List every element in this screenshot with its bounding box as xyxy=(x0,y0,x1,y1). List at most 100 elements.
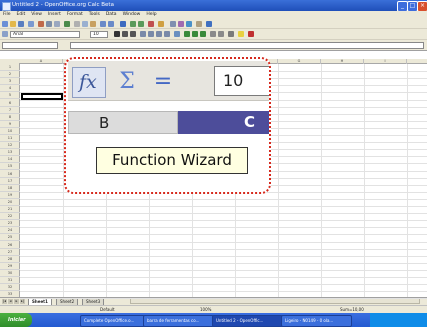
navigator-icon[interactable] xyxy=(178,21,184,27)
menu-insert[interactable]: Insert xyxy=(45,11,64,19)
row-number[interactable]: 16 xyxy=(0,171,20,178)
column-header-c[interactable]: C xyxy=(178,111,269,134)
open-icon[interactable] xyxy=(10,21,16,27)
menu-data[interactable]: Data xyxy=(103,11,120,19)
align-left-icon[interactable] xyxy=(140,31,146,37)
bold-icon[interactable] xyxy=(114,31,120,37)
taskbar-item[interactable]: Ligeiro - N0149 - 0 ola... xyxy=(281,315,352,327)
menu-file[interactable]: File xyxy=(0,11,14,19)
taskbar-item[interactable]: Complete OpenOffice.o... xyxy=(80,315,145,327)
decrease-indent-icon[interactable] xyxy=(218,31,224,37)
row-number[interactable]: 15 xyxy=(0,163,20,171)
row-number[interactable]: 27 xyxy=(0,249,20,256)
first-sheet-icon[interactable]: |◂ xyxy=(2,299,7,304)
row-number[interactable]: 4 xyxy=(0,85,20,93)
row-number[interactable]: 24 xyxy=(0,227,20,235)
redo-icon[interactable] xyxy=(108,21,114,27)
row-number[interactable]: 13 xyxy=(0,149,20,157)
function-wizard-button[interactable]: fx xyxy=(72,67,106,98)
row-number[interactable]: 23 xyxy=(0,220,20,228)
menu-window[interactable]: Window xyxy=(120,11,144,19)
spellcheck-icon[interactable] xyxy=(64,21,70,27)
row-number[interactable]: 25 xyxy=(0,234,20,242)
column-letter[interactable]: I xyxy=(364,59,407,64)
row-number[interactable]: 26 xyxy=(0,242,20,249)
row-number[interactable]: 30 xyxy=(0,270,20,277)
zoom-icon[interactable] xyxy=(196,21,202,27)
row-number[interactable]: 1 xyxy=(0,64,20,71)
column-letter[interactable]: A xyxy=(20,59,63,64)
find-replace-icon[interactable] xyxy=(170,21,176,27)
cut-icon[interactable] xyxy=(74,21,80,27)
sum-icon[interactable]: Σ xyxy=(114,69,140,95)
row-number[interactable]: 9 xyxy=(0,121,20,128)
name-box[interactable] xyxy=(2,42,58,49)
row-number[interactable]: 8 xyxy=(0,114,20,121)
borders-icon[interactable] xyxy=(228,31,234,37)
menu-view[interactable]: View xyxy=(28,11,45,19)
column-letter[interactable]: H xyxy=(321,59,364,64)
font-color-icon[interactable] xyxy=(248,31,254,37)
justify-icon[interactable] xyxy=(164,31,170,37)
menu-edit[interactable]: Edit xyxy=(14,11,29,19)
export-pdf-icon[interactable] xyxy=(38,21,44,27)
help-icon[interactable] xyxy=(206,21,212,27)
zoomed-input-line[interactable]: 10 xyxy=(214,66,269,96)
percent-format-icon[interactable] xyxy=(192,31,198,37)
draw-functions-icon[interactable] xyxy=(158,21,164,27)
row-number[interactable]: 31 xyxy=(0,277,20,284)
menu-help[interactable]: Help xyxy=(143,11,159,19)
save-icon[interactable] xyxy=(18,21,24,27)
increase-indent-icon[interactable] xyxy=(210,31,216,37)
sort-ascending-icon[interactable] xyxy=(130,21,136,27)
italic-icon[interactable] xyxy=(122,31,128,37)
row-number[interactable]: 10 xyxy=(0,128,20,135)
row-number[interactable]: 22 xyxy=(0,213,20,221)
align-center-icon[interactable] xyxy=(148,31,154,37)
column-letter[interactable]: G xyxy=(278,59,321,64)
sort-descending-icon[interactable] xyxy=(138,21,144,27)
next-sheet-icon[interactable]: ▸ xyxy=(14,299,19,304)
copy-icon[interactable] xyxy=(82,21,88,27)
row-number[interactable]: 11 xyxy=(0,135,20,142)
function-equals-icon[interactable]: = xyxy=(150,69,176,95)
font-name-field[interactable]: Arial xyxy=(10,31,80,38)
background-color-icon[interactable] xyxy=(238,31,244,37)
align-right-icon[interactable] xyxy=(156,31,162,37)
gallery-icon[interactable] xyxy=(186,21,192,27)
start-button[interactable]: Iniciar xyxy=(0,313,32,327)
hyperlink-icon[interactable] xyxy=(120,21,126,27)
page-preview-icon[interactable] xyxy=(54,21,60,27)
row-number[interactable]: 3 xyxy=(0,78,20,86)
paste-icon[interactable] xyxy=(90,21,96,27)
row-number[interactable]: 2 xyxy=(0,71,20,79)
row-number[interactable]: 6 xyxy=(0,100,20,107)
menu-tools[interactable]: Tools xyxy=(86,11,103,19)
insert-chart-icon[interactable] xyxy=(148,21,154,27)
row-number[interactable]: 18 xyxy=(0,185,20,192)
column-header-b[interactable]: B xyxy=(68,111,178,134)
row-number[interactable]: 28 xyxy=(0,256,20,263)
row-number[interactable]: 32 xyxy=(0,284,20,292)
row-number[interactable]: 21 xyxy=(0,206,20,213)
previous-sheet-icon[interactable]: ◂ xyxy=(8,299,13,304)
formula-input[interactable] xyxy=(70,42,424,49)
row-number[interactable]: 17 xyxy=(0,178,20,185)
standard-format-icon[interactable] xyxy=(200,31,206,37)
row-number[interactable]: 20 xyxy=(0,199,20,206)
styles-formatting-icon[interactable] xyxy=(2,31,8,37)
row-number[interactable]: 14 xyxy=(0,156,20,164)
row-number[interactable]: 19 xyxy=(0,192,20,199)
row-number[interactable]: 5 xyxy=(0,92,20,100)
row-number[interactable]: 7 xyxy=(0,107,20,114)
active-cell[interactable] xyxy=(21,93,63,100)
last-sheet-icon[interactable]: ▸| xyxy=(20,299,25,304)
taskbar-item[interactable]: barra de ferramentas co... xyxy=(143,315,214,327)
font-size-field[interactable]: 10 xyxy=(90,31,108,38)
email-icon[interactable] xyxy=(28,21,34,27)
menu-format[interactable]: Format xyxy=(64,11,86,19)
taskbar-item-active[interactable]: Untitled 2 - OpenOffic... xyxy=(212,315,283,327)
row-number[interactable]: 29 xyxy=(0,263,20,270)
row-number[interactable]: 12 xyxy=(0,142,20,150)
underline-icon[interactable] xyxy=(130,31,136,37)
